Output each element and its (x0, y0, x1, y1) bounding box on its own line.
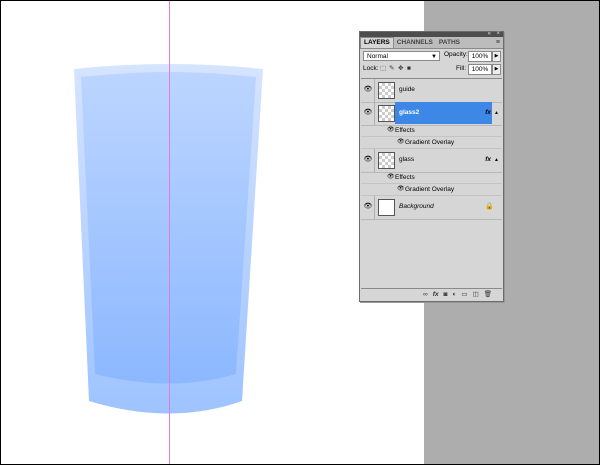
eye-icon[interactable]: 👁 (387, 126, 395, 135)
eye-icon[interactable]: 👁 (363, 202, 373, 212)
opacity-slider-arrow[interactable]: ▶ (492, 51, 501, 62)
blend-mode-value: Normal (367, 53, 388, 60)
lock-paint-icon[interactable]: ✎ (389, 64, 394, 73)
layer-guide[interactable]: 👁 guide (361, 79, 502, 103)
layer-name: Background (399, 203, 434, 210)
new-layer-icon[interactable]: ◫ (473, 290, 479, 300)
trash-icon[interactable]: 🗑 (484, 290, 492, 300)
vertical-guide[interactable] (169, 1, 170, 464)
panel-footer: ∞ fx ◙ ◐ ▭ ◫ 🗑 (361, 288, 502, 300)
tab-layers[interactable]: LAYERS (360, 37, 394, 48)
fx-icon[interactable]: fx (485, 155, 491, 165)
fill-slider-arrow[interactable]: ▶ (492, 64, 501, 75)
layer-background[interactable]: 👁 Background 🔒 (361, 196, 502, 220)
link-icon[interactable]: ∞ (423, 290, 428, 300)
opacity-field[interactable]: 100% (468, 51, 492, 62)
layer-thumbnail (378, 105, 395, 122)
layer-thumbnail (378, 199, 395, 216)
layer-thumbnail (378, 152, 395, 169)
gradient-overlay-row[interactable]: 👁 Gradient Overlay (361, 184, 502, 196)
fill-label: Fill: (456, 65, 467, 72)
panel-menu-icon[interactable]: ≡ (496, 38, 500, 47)
mask-icon[interactable]: ◙ (444, 290, 448, 300)
lock-row: Lock: ⬚ ✎ ✥ ■ Fill: 100% ▶ (360, 62, 503, 75)
eye-icon[interactable]: 👁 (363, 85, 373, 95)
blend-row: Normal ▼ Opacity: 100% ▶ (360, 49, 503, 62)
fill-field[interactable]: 100% (468, 64, 492, 75)
layer-glass[interactable]: 👁 glass fx ▲ (361, 149, 502, 173)
eye-icon[interactable]: 👁 (363, 108, 373, 118)
divider (374, 102, 375, 125)
adjustment-icon[interactable]: ◐ (452, 290, 456, 300)
divider (374, 79, 375, 102)
lock-move-icon[interactable]: ✥ (398, 64, 403, 73)
fx-icon[interactable]: fx (433, 290, 439, 300)
layer-name: guide (399, 86, 415, 93)
lock-all-icon[interactable]: ■ (407, 64, 411, 73)
effects-row: 👁 Effects (361, 172, 502, 184)
lock-icon: 🔒 (485, 203, 494, 210)
lock-label: Lock: (363, 65, 379, 72)
fx-icon[interactable]: fx (485, 108, 491, 118)
effects-row: 👁 Effects (361, 125, 502, 137)
eye-icon[interactable]: 👁 (397, 185, 405, 194)
effects-label: Effects (395, 127, 415, 134)
layers-panel: « × LAYERS CHANNELS PATHS ≡ Normal ▼ Opa… (359, 31, 504, 302)
lock-transparent-icon[interactable]: ⬚ (380, 64, 386, 73)
eye-icon[interactable]: 👁 (387, 173, 395, 182)
folder-icon[interactable]: ▭ (461, 290, 467, 300)
panel-tabs: LAYERS CHANNELS PATHS ≡ (360, 37, 503, 49)
divider (374, 196, 375, 219)
gradient-overlay-label: Gradient Overlay (405, 139, 455, 146)
blend-mode-select[interactable]: Normal ▼ (363, 51, 440, 61)
layers-list: 👁 guide 👁 glass2 fx ▲ 👁 Effects 👁 Gradie… (361, 78, 502, 286)
gradient-overlay-row[interactable]: 👁 Gradient Overlay (361, 137, 502, 149)
layer-name: glass2 (399, 109, 420, 116)
expand-effects-icon[interactable]: ▲ (494, 108, 499, 118)
tab-channels[interactable]: CHANNELS (394, 38, 436, 48)
layer-glass2[interactable]: 👁 glass2 fx ▲ (361, 102, 502, 126)
layer-thumbnail (378, 82, 395, 99)
tab-paths[interactable]: PATHS (436, 38, 463, 48)
opacity-label: Opacity: (444, 51, 468, 58)
eye-icon[interactable]: 👁 (363, 155, 373, 165)
effects-label: Effects (395, 174, 415, 181)
gradient-overlay-label: Gradient Overlay (405, 186, 455, 193)
eye-icon[interactable]: 👁 (397, 138, 405, 147)
layer-name: glass (399, 156, 415, 163)
expand-effects-icon[interactable]: ▲ (494, 155, 499, 165)
chevron-down-icon: ▼ (431, 54, 437, 60)
divider (374, 149, 375, 172)
photoshop-window: « × LAYERS CHANNELS PATHS ≡ Normal ▼ Opa… (0, 0, 600, 465)
